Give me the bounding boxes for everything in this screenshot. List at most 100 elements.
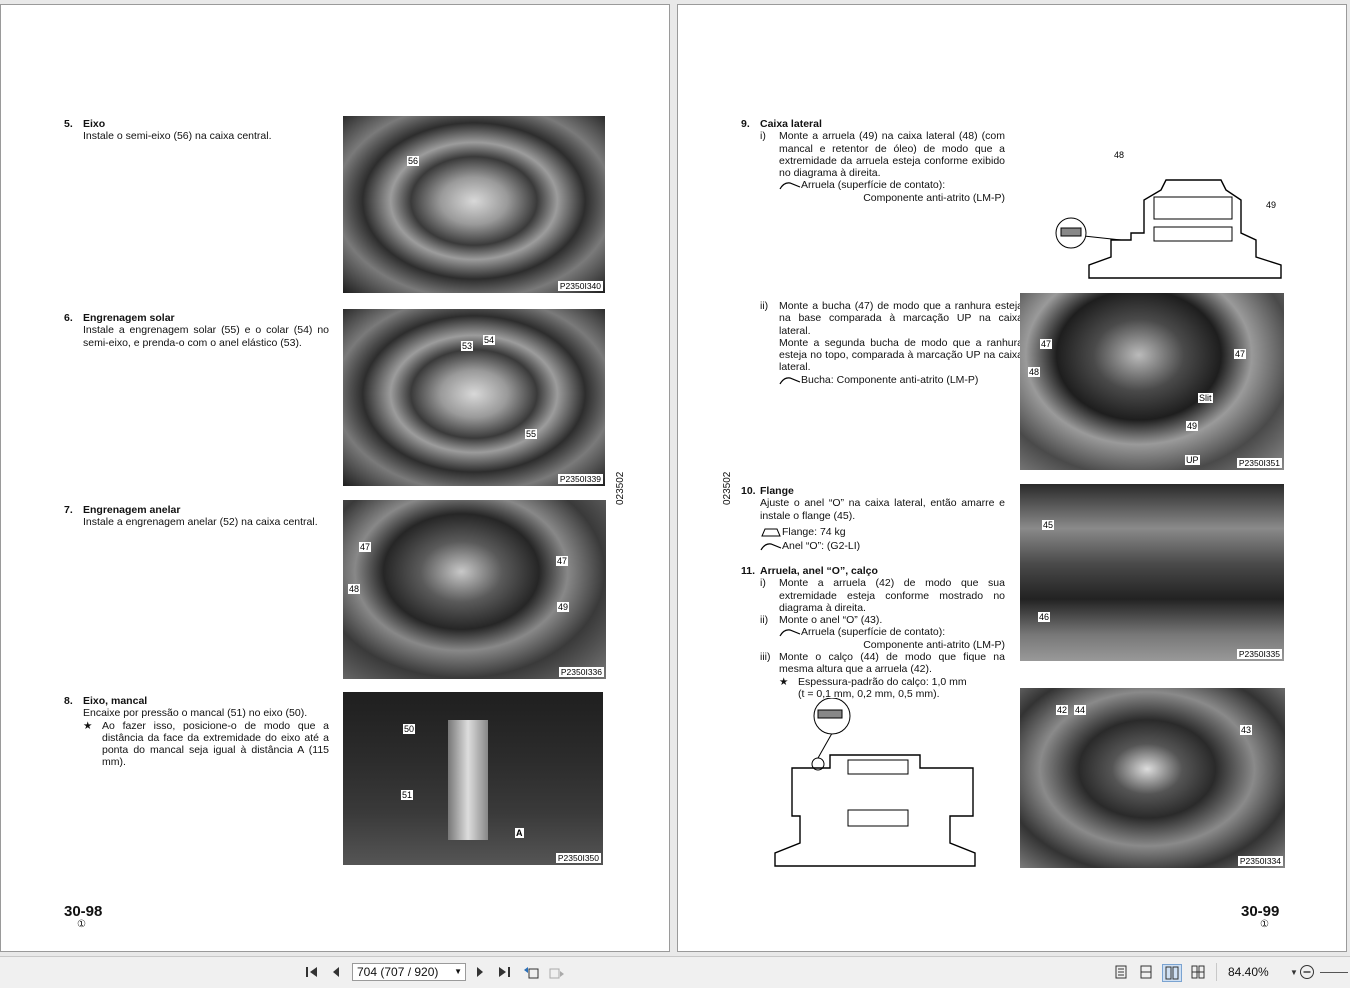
photo-label: 46 xyxy=(1038,612,1051,622)
star-icon: ★ xyxy=(83,719,93,732)
step-number: 10. xyxy=(741,485,756,497)
photo-code: P2350I336 xyxy=(558,667,604,677)
step-8-photo: 50 51 A P2350I350 xyxy=(343,692,603,865)
sub-label: ii) xyxy=(760,614,769,627)
step-11-photo: 42 44 43 P2350I334 xyxy=(1020,688,1285,868)
step-8: 8. Eixo, mancal Encaixe por pressão o ma… xyxy=(64,695,329,769)
weight-text: Flange: 74 kg xyxy=(782,525,846,538)
prev-page-icon[interactable] xyxy=(327,964,345,980)
photo-label: 47 xyxy=(1040,339,1053,349)
step-7: 7. Engrenagem anelar Instale a engrenage… xyxy=(64,504,329,529)
step-title: Eixo, mancal xyxy=(83,695,148,707)
sub-label: ii) xyxy=(760,300,769,312)
washer-shim-diagram xyxy=(774,698,976,867)
step-body: Instale o semi-eixo (56) na caixa centra… xyxy=(83,130,272,143)
photo-label: A xyxy=(515,828,524,838)
symbol-text: Arruela (superfície de contato): xyxy=(801,179,946,192)
lubricant-icon xyxy=(760,543,782,551)
diagram-label: 49 xyxy=(1266,200,1276,210)
symbol-text: Componente anti-atrito (LM-P) xyxy=(863,638,1005,651)
step-body: Monte o calço (44) de modo que fique na … xyxy=(779,651,1005,676)
step-title: Eixo xyxy=(83,118,106,130)
forward-view-icon[interactable] xyxy=(548,964,566,980)
symbol-text: Anel “O”: (G2-LI) xyxy=(782,540,861,553)
photo-label: 50 xyxy=(403,724,416,734)
diagram-label: 48 xyxy=(1114,150,1124,160)
photo-label: 55 xyxy=(525,429,538,439)
zoom-slider[interactable] xyxy=(1320,972,1348,973)
step-title: Caixa lateral xyxy=(760,118,822,130)
photo-label: 48 xyxy=(1028,367,1041,377)
back-view-icon[interactable] xyxy=(522,964,540,980)
continuous-icon[interactable] xyxy=(1137,964,1155,980)
step-9-photo: 47 47 48 Slit 49 UP P2350I351 xyxy=(1020,293,1284,470)
step-body: Instale a engrenagem solar (55) e o cola… xyxy=(83,324,329,349)
step-6-photo: 53 54 55 P2350I339 xyxy=(343,309,605,486)
photo-label: 56 xyxy=(407,156,420,166)
step-body: Instale a engrenagem anelar (52) na caix… xyxy=(83,516,318,529)
toolbar-separator xyxy=(1216,963,1217,981)
photo-label: 44 xyxy=(1074,705,1087,715)
zoom-out-icon[interactable] xyxy=(1298,964,1316,980)
navigation-toolbar: 704 (707 / 920) ▼ 84.40% ▼ xyxy=(0,956,1350,988)
step-body: Ajuste o anel “O” na caixa lateral, entã… xyxy=(760,497,1005,522)
photo-label: 49 xyxy=(1186,421,1199,431)
symbol-text: Bucha: Componente anti-atrito (LM-P) xyxy=(801,373,979,386)
photo-label: 54 xyxy=(483,335,496,345)
step-body: Monte a arruela (49) na caixa lateral (4… xyxy=(779,130,1005,180)
photo-label: 47 xyxy=(1234,349,1247,359)
photo-label: 45 xyxy=(1042,520,1055,530)
left-page: 5. Eixo Instale o semi-eixo (56) na caix… xyxy=(0,4,670,952)
photo-label: 42 xyxy=(1056,705,1069,715)
single-page-icon[interactable] xyxy=(1112,964,1130,980)
page-number-value: 704 (707 / 920) xyxy=(357,965,439,979)
lubricant-icon xyxy=(779,376,801,384)
step-body: Monte a segunda bucha de modo que a ranh… xyxy=(779,336,1023,374)
first-page-icon[interactable] xyxy=(303,964,321,980)
step-5-photo: 56 P2350I340 xyxy=(343,116,605,293)
next-page-icon[interactable] xyxy=(471,964,489,980)
step-11: 11. Arruela, anel “O”, calço i) Monte a … xyxy=(741,565,1005,700)
revision-mark: ① xyxy=(77,919,86,930)
step-body: Monte o anel “O” (43). xyxy=(779,614,883,627)
step-number: 6. xyxy=(64,312,73,324)
photo-code: P2350I334 xyxy=(1237,856,1283,866)
step-note: Ao fazer isso, posicione-o de modo que a… xyxy=(102,719,329,769)
step-body: Encaixe por pressão o mancal (51) no eix… xyxy=(83,707,308,720)
zoom-value[interactable]: 84.40% xyxy=(1228,965,1269,979)
sub-label: i) xyxy=(760,577,766,590)
star-note: Espessura-padrão do calço: 1,0 mm xyxy=(798,675,967,688)
photo-code: P2350I340 xyxy=(557,281,603,291)
step-5: 5. Eixo Instale o semi-eixo (56) na caix… xyxy=(64,118,329,143)
step-title: Arruela, anel “O”, calço xyxy=(760,565,878,577)
step-title: Flange xyxy=(760,485,794,497)
photo-label: 47 xyxy=(359,542,372,552)
step-7-photo: 47 47 48 49 P2350I336 xyxy=(343,500,606,679)
photo-label: 49 xyxy=(557,602,570,612)
last-page-icon[interactable] xyxy=(495,964,513,980)
washer-diagram: 48 49 xyxy=(1055,150,1282,279)
shaft-shape xyxy=(448,720,488,840)
photo-code: P2350I350 xyxy=(555,853,601,863)
photo-code: P2350I351 xyxy=(1236,458,1282,468)
sub-label: iii) xyxy=(760,651,771,664)
two-page-continuous-icon[interactable] xyxy=(1189,964,1207,980)
step-title: Engrenagem solar xyxy=(83,312,175,324)
vertical-code: 023502 xyxy=(615,471,626,505)
step-body: Monte a bucha (47) de modo que a ranhura… xyxy=(779,300,1023,337)
photo-label: UP xyxy=(1185,455,1200,465)
photo-label: 47 xyxy=(556,556,569,566)
symbol-text: Componente anti-atrito (LM-P) xyxy=(863,191,1005,204)
step-title: Engrenagem anelar xyxy=(83,504,181,516)
revision-mark: ① xyxy=(1260,919,1269,930)
page-number-select[interactable]: 704 (707 / 920) ▼ xyxy=(352,963,466,981)
step-10: 10. Flange Ajuste o anel “O” na caixa la… xyxy=(741,485,1005,552)
symbol-text: Arruela (superfície de contato): xyxy=(801,626,946,639)
photo-label: 48 xyxy=(348,584,361,594)
two-page-icon[interactable] xyxy=(1162,964,1182,982)
step-10-photo: 45 46 P2350I335 xyxy=(1020,484,1284,661)
step-number: 8. xyxy=(64,695,73,707)
photo-label: 51 xyxy=(401,790,414,800)
step-number: 7. xyxy=(64,504,73,516)
star-icon: ★ xyxy=(779,675,789,688)
